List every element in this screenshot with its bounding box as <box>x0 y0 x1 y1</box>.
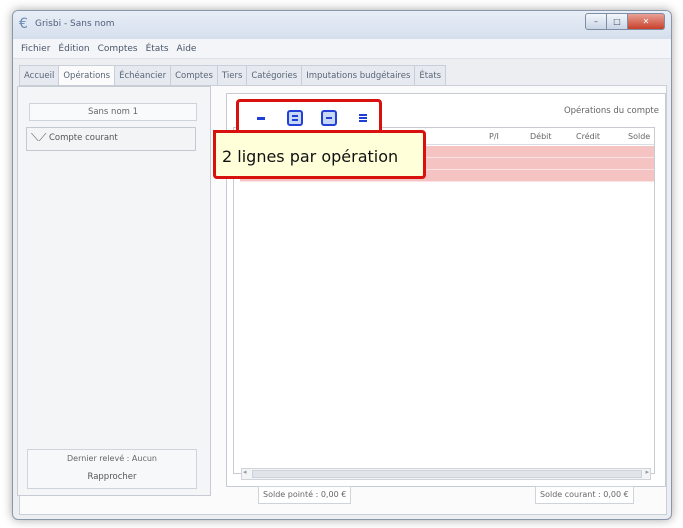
tab-imputations[interactable]: Imputations budgétaires <box>301 65 415 87</box>
menu-aide[interactable]: Aide <box>177 44 197 54</box>
tab-tiers[interactable]: Tiers <box>216 65 247 87</box>
scroll-left-arrow-icon[interactable]: ◂ <box>243 468 247 476</box>
tab-echeancier[interactable]: Échéancier <box>114 65 171 87</box>
tab-operations[interactable]: Opérations <box>58 65 115 87</box>
tooltip-text: 2 lignes par opération <box>222 147 399 166</box>
tab-accueil[interactable]: Accueil <box>19 65 59 87</box>
close-button[interactable]: ✕ <box>628 13 665 30</box>
scrollbar-thumb[interactable] <box>252 470 642 478</box>
title-bar: € Grisbi - Sans nom – □ ✕ <box>13 11 671 39</box>
maximize-button[interactable]: □ <box>607 13 628 30</box>
column-debit[interactable]: Débit <box>530 132 552 141</box>
menu-edition[interactable]: Édition <box>58 44 89 54</box>
three-lines-view-icon <box>326 117 332 119</box>
four-lines-view-icon-line2 <box>359 117 367 119</box>
minimize-button[interactable]: – <box>585 13 607 30</box>
view-lines-toolbar <box>236 99 382 132</box>
reconcile-box: Dernier relevé : Aucun Rapprocher <box>27 449 197 489</box>
tab-comptes[interactable]: Comptes <box>170 65 217 87</box>
solde-courant: Solde courant : 0,00 € <box>535 486 634 504</box>
window-title: Grisbi - Sans nom <box>35 19 115 29</box>
three-lines-view-button[interactable] <box>321 110 337 126</box>
tooltip: 2 lignes par opération <box>213 130 426 179</box>
column-solde[interactable]: Solde <box>628 132 650 141</box>
tab-categories[interactable]: Catégories <box>246 65 302 87</box>
two-lines-view-icon <box>292 115 298 117</box>
four-lines-view-icon-line3 <box>359 120 367 122</box>
accounts-panel: Sans nom 1 ⟍⟋ Compte courant Dernier rel… <box>17 86 211 496</box>
menu-comptes[interactable]: Comptes <box>98 44 138 54</box>
one-line-view-icon <box>257 117 265 120</box>
account-label: Compte courant <box>49 133 118 143</box>
window-controls: – □ ✕ <box>585 13 665 30</box>
four-lines-view-button[interactable] <box>355 110 371 126</box>
reconcile-button[interactable]: Rapprocher <box>28 472 196 482</box>
bank-account-icon: ⟍⟋ <box>31 131 47 144</box>
tab-bar: Accueil Opérations Échéancier Comptes Ti… <box>19 65 447 87</box>
menu-etats[interactable]: États <box>146 44 169 54</box>
column-credit[interactable]: Crédit <box>576 132 600 141</box>
accounts-file-title: Sans nom 1 <box>29 103 197 121</box>
account-operations-heading: Opérations du compte <box>563 106 659 116</box>
menu-bar: Fichier Édition Comptes États Aide <box>13 39 671 59</box>
tab-etats[interactable]: États <box>414 65 447 87</box>
transactions-list[interactable]: P/I Débit Crédit Solde <box>233 127 655 474</box>
grisbi-app-icon: € <box>19 16 28 32</box>
account-item-compte-courant[interactable]: ⟍⟋ Compte courant <box>26 127 196 151</box>
horizontal-scrollbar[interactable]: ◂ ▸ <box>241 468 651 480</box>
four-lines-view-icon <box>359 114 367 116</box>
solde-pointe: Solde pointé : 0,00 € <box>258 486 352 504</box>
last-statement-label: Dernier relevé : Aucun <box>67 454 157 463</box>
scroll-right-arrow-icon[interactable]: ▸ <box>645 468 649 476</box>
two-lines-view-button[interactable] <box>287 110 303 126</box>
menu-fichier[interactable]: Fichier <box>21 44 50 54</box>
two-lines-view-icon-line <box>292 119 298 121</box>
column-pi[interactable]: P/I <box>489 132 499 141</box>
one-line-view-button[interactable] <box>253 110 269 126</box>
